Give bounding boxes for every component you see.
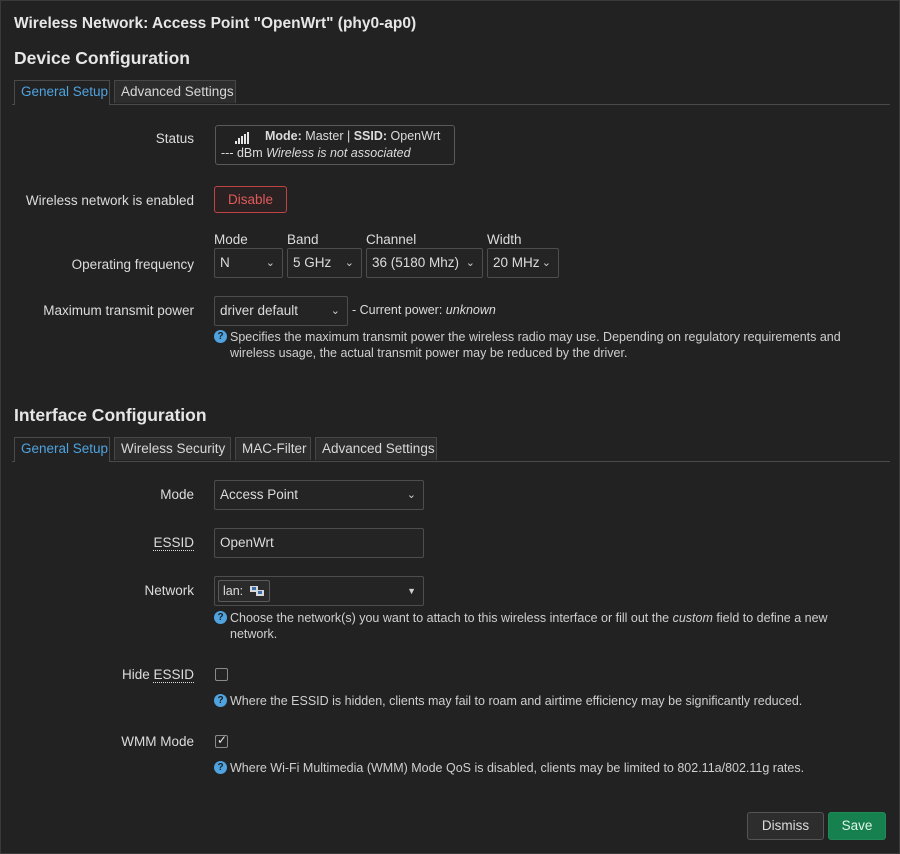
band-select-value: 5 GHz	[293, 255, 332, 270]
mode-select-value: N	[220, 255, 230, 270]
signal-bars-icon	[235, 132, 249, 144]
txpower-label: Maximum transmit power	[43, 303, 194, 318]
network-help-text: Choose the network(s) you want to attach…	[230, 610, 874, 642]
disable-button[interactable]: Disable	[214, 186, 287, 213]
help-icon: ?	[214, 330, 227, 343]
tab-iface-advanced-settings[interactable]: Advanced Settings	[315, 437, 437, 460]
txpower-help: ? Specifies the maximum transmit power t…	[214, 329, 874, 361]
hide-essid-label: Hide ESSID	[121, 667, 194, 683]
essid-label-text: ESSID	[153, 535, 194, 551]
channel-caption: Channel	[366, 232, 417, 247]
hide-essid-checkbox[interactable]	[215, 668, 228, 681]
status-box: Mode: Master | SSID: OpenWrt --- dBm Wir…	[215, 125, 455, 165]
status-signal: --- dBm	[221, 146, 263, 160]
tab-iface-wireless-security[interactable]: Wireless Security	[114, 437, 231, 460]
interface-tabs: General Setup Wireless Security MAC-Filt…	[12, 437, 890, 462]
status-mode-line: Mode: Master | SSID: OpenWrt	[265, 129, 440, 143]
wmm-mode-checkbox[interactable]: ✓	[215, 733, 228, 748]
band-select[interactable]: 5 GHz ⌄	[287, 248, 362, 278]
status-mode-key: Mode:	[265, 129, 302, 143]
chevron-down-icon: ⌄	[406, 489, 416, 501]
help-icon: ?	[214, 611, 227, 624]
network-chip-lan[interactable]: lan:	[218, 580, 270, 602]
current-power-prefix: - Current power:	[352, 303, 443, 317]
iface-mode-label: Mode	[160, 487, 194, 502]
chevron-down-icon: ⌄	[344, 257, 354, 269]
status-ssid-key: SSID:	[353, 129, 388, 143]
channel-select[interactable]: 36 (5180 Mhz) ⌄	[366, 248, 483, 278]
help-icon: ?	[214, 694, 227, 707]
chevron-down-icon: ⌄	[465, 257, 475, 269]
status-separator: |	[346, 129, 351, 143]
wmm-help: ? Where Wi-Fi Multimedia (WMM) Mode QoS …	[214, 760, 874, 776]
mode-caption: Mode	[214, 232, 248, 247]
tab-iface-general-setup[interactable]: General Setup	[14, 437, 110, 462]
status-label: Status	[155, 131, 194, 146]
tab-device-advanced-settings[interactable]: Advanced Settings	[114, 80, 236, 103]
tab-iface-mac-filter[interactable]: MAC-Filter	[235, 437, 311, 460]
hide-essid-label-abbr: ESSID	[153, 667, 194, 683]
width-select[interactable]: 20 MHz ⌄	[487, 248, 559, 278]
caret-down-icon: ▼	[407, 586, 416, 596]
mode-select[interactable]: N ⌄	[214, 248, 283, 278]
network-ports-icon	[249, 586, 264, 596]
network-label: Network	[144, 583, 194, 598]
network-help-part1: Choose the network(s) you want to attach…	[230, 611, 670, 625]
help-icon: ?	[214, 761, 227, 774]
device-tabs: General Setup Advanced Settings	[12, 80, 890, 105]
band-caption: Band	[287, 232, 319, 247]
modal-title: Wireless Network: Access Point "OpenWrt"…	[14, 15, 417, 32]
interface-config-heading: Interface Configuration	[14, 405, 207, 425]
txpower-select[interactable]: driver default ⌄	[214, 296, 348, 326]
iface-mode-value: Access Point	[220, 487, 299, 502]
current-power: - Current power: unknown	[352, 303, 496, 317]
hide-essid-help: ? Where the ESSID is hidden, clients may…	[214, 693, 874, 709]
wmm-help-text: Where Wi-Fi Multimedia (WMM) Mode QoS is…	[230, 761, 805, 775]
operating-frequency-label: Operating frequency	[71, 257, 194, 272]
network-help-custom: custom	[672, 611, 713, 625]
hide-essid-label-pre: Hide	[121, 667, 150, 682]
device-config-heading: Device Configuration	[14, 48, 190, 68]
network-chip-label: lan:	[223, 584, 244, 598]
network-help: ? Choose the network(s) you want to atta…	[214, 610, 874, 642]
chevron-down-icon: ⌄	[265, 257, 275, 269]
save-button[interactable]: Save	[828, 812, 886, 840]
status-signal-line: --- dBm Wireless is not associated	[221, 146, 411, 160]
txpower-help-text: Specifies the maximum transmit power the…	[230, 330, 841, 360]
width-caption: Width	[487, 232, 522, 247]
tab-device-general-setup[interactable]: General Setup	[14, 80, 110, 105]
essid-label: ESSID	[153, 535, 194, 551]
hide-essid-help-text: Where the ESSID is hidden, clients may f…	[230, 694, 803, 708]
iface-mode-select[interactable]: Access Point ⌄	[214, 480, 424, 510]
current-power-value: unknown	[445, 303, 496, 317]
status-association: Wireless is not associated	[266, 146, 411, 160]
checkmark-icon: ✓	[217, 733, 228, 747]
txpower-select-value: driver default	[220, 303, 299, 318]
dismiss-button[interactable]: Dismiss	[747, 812, 824, 840]
status-mode-value: Master	[305, 129, 344, 143]
channel-select-value: 36 (5180 Mhz)	[372, 255, 460, 270]
essid-input[interactable]: OpenWrt	[214, 528, 424, 558]
chevron-down-icon: ⌄	[330, 305, 340, 317]
essid-value: OpenWrt	[220, 535, 274, 550]
status-ssid-value: OpenWrt	[390, 129, 441, 143]
chevron-down-icon: ⌄	[541, 257, 551, 269]
wireless-enabled-label: Wireless network is enabled	[25, 193, 194, 208]
width-select-value: 20 MHz	[493, 255, 540, 270]
wmm-mode-label: WMM Mode	[121, 734, 194, 749]
